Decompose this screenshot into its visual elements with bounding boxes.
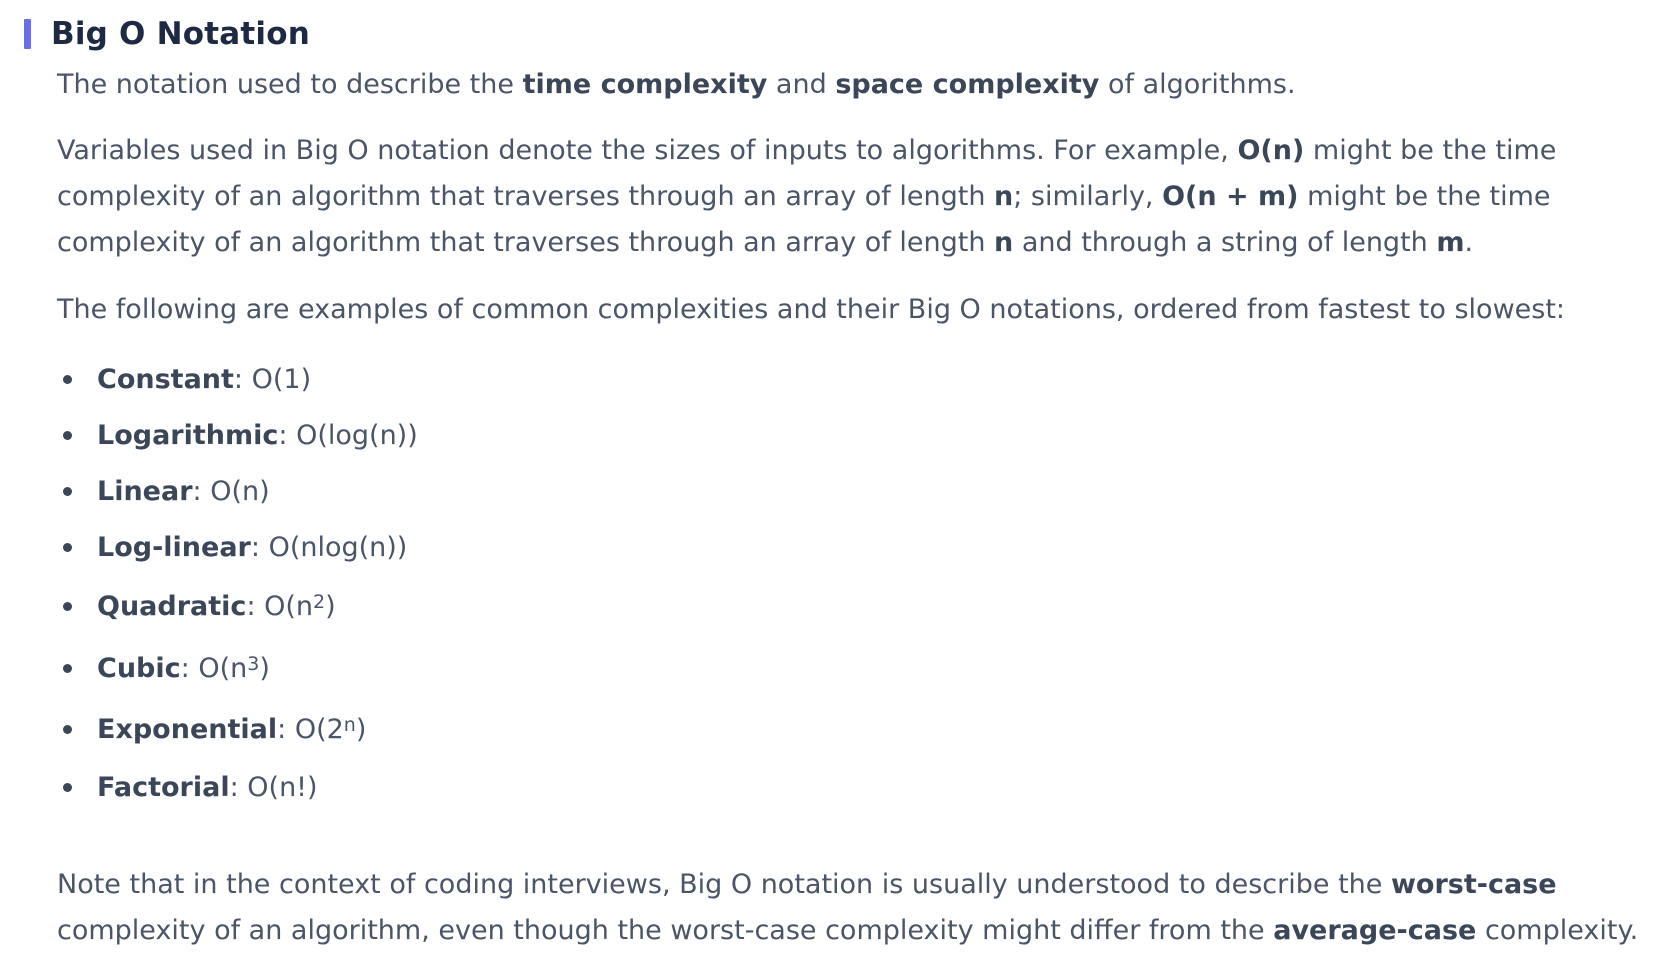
complexity-separator: : — [250, 531, 269, 563]
bullet-icon — [63, 663, 72, 673]
complexity-name: Exponential — [97, 713, 278, 745]
section-heading: Big O Notation — [51, 16, 310, 52]
complexity-separator: : — [277, 713, 295, 745]
complexity-separator: : — [180, 652, 199, 684]
complexity-list: Constant: O(1) Logarithmic: O(log(n)) Line… — [57, 351, 418, 815]
variables-text-3: ; similarly, — [1013, 181, 1163, 212]
complexity-closing-paren: ) — [325, 590, 336, 622]
intro-paragraph: The notation used to describe the time c… — [57, 62, 1657, 108]
list-item: Constant: O(1) — [57, 351, 418, 407]
average-case-term: average-case — [1273, 915, 1477, 946]
o-n-plus-m-term: O(n + m) — [1162, 181, 1299, 212]
list-item: Log-linear: O(nlog(n)) — [57, 519, 418, 575]
complexity-notation: O(n — [198, 652, 248, 684]
time-complexity-term: time complexity — [522, 69, 768, 100]
complexity-notation: O(n — [264, 590, 314, 622]
variables-text-5: and through a string of length — [1013, 227, 1437, 258]
list-item: Linear: O(n) — [57, 463, 418, 519]
intro-text-1: The notation used to describe the — [57, 69, 523, 100]
heading-row: Big O Notation — [24, 14, 310, 54]
note-paragraph: Note that in the context of coding inter… — [57, 862, 1657, 954]
complexity-separator: : — [246, 590, 265, 622]
complexity-name: Constant — [97, 363, 234, 395]
complexity-closing-paren: ) — [355, 713, 367, 745]
variables-paragraph: Variables used in Big O notation denote … — [57, 128, 1657, 266]
list-item: Exponential: O(2 n) — [57, 699, 418, 759]
complexity-separator: : — [192, 475, 211, 507]
intro-text-3: of algorithms. — [1099, 69, 1296, 100]
variables-text-6: . — [1464, 227, 1474, 258]
bullet-icon — [63, 486, 72, 496]
list-intro-paragraph: The following are examples of common com… — [57, 294, 1566, 325]
complexity-name: Factorial — [97, 771, 230, 803]
intro-text-2: and — [767, 69, 836, 100]
complexity-notation: O(log(n)) — [296, 419, 418, 451]
list-item: Factorial: O(n!) — [57, 759, 418, 815]
note-text-2: complexity of an algorithm, even though … — [57, 915, 1274, 946]
complexity-name: Logarithmic — [97, 419, 279, 451]
complexity-notation: O(n) — [210, 475, 270, 507]
m-term: m — [1436, 227, 1465, 258]
complexity-separator: : — [233, 363, 252, 395]
bullet-icon — [63, 430, 72, 440]
complexity-notation: O(n!) — [247, 771, 318, 803]
list-item: Cubic: O(n 3) — [57, 637, 418, 699]
complexity-notation: O(2 — [294, 713, 344, 745]
complexity-notation: O(1) — [251, 363, 312, 395]
worst-case-term: worst-case — [1390, 869, 1557, 900]
complexity-separator: : — [278, 419, 297, 451]
bullet-icon — [63, 542, 72, 552]
complexity-notation: O(nlog(n)) — [268, 531, 408, 563]
note-text-1: Note that in the context of coding inter… — [57, 869, 1391, 900]
bullet-icon — [63, 601, 72, 611]
space-complexity-term: space complexity — [835, 69, 1100, 100]
bullet-icon — [63, 374, 72, 384]
n-term-2: n — [994, 227, 1014, 258]
n-term: n — [994, 181, 1014, 212]
list-item: Logarithmic: O(log(n)) — [57, 407, 418, 463]
complexity-separator: : — [229, 771, 248, 803]
variables-text-1: Variables used in Big O notation denote … — [57, 135, 1238, 166]
complexity-name: Quadratic — [97, 590, 247, 622]
heading-accent-bar — [24, 19, 31, 49]
complexity-closing-paren: ) — [259, 652, 270, 684]
complexity-name: Log-linear — [97, 531, 251, 563]
note-text-3: complexity. — [1476, 915, 1639, 946]
complexity-name: Cubic — [97, 652, 181, 684]
complexity-name: Linear — [97, 475, 193, 507]
bullet-icon — [63, 724, 72, 734]
o-n-term: O(n) — [1237, 135, 1305, 166]
bullet-icon — [63, 782, 72, 792]
list-item: Quadratic: O(n 2) — [57, 575, 418, 637]
